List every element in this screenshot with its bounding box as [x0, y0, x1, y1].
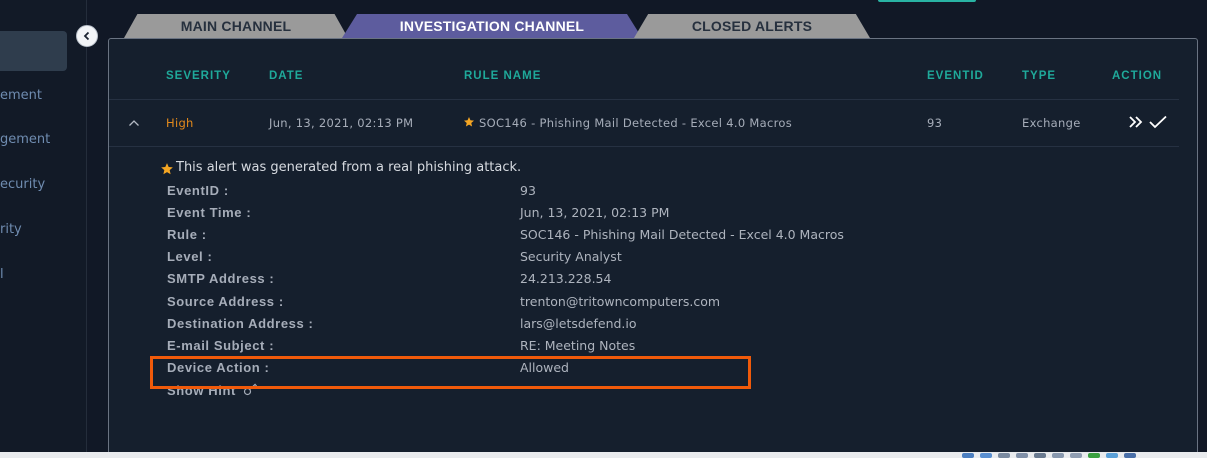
detail-label-destination-address: Destination Address : — [167, 316, 314, 331]
alert-type: Exchange — [1022, 116, 1081, 130]
detail-value-device-action: Allowed — [520, 360, 569, 375]
event-id: 93 — [927, 116, 943, 130]
rule-name[interactable]: SOC146 - Phishing Mail Detected - Excel … — [479, 116, 792, 130]
tray-screen-icon[interactable] — [1070, 453, 1082, 458]
sidebar-item-case-management[interactable]: gement — [0, 132, 86, 152]
tray-network-icon[interactable] — [962, 453, 974, 458]
header-rule-name[interactable]: RULE NAME — [464, 70, 541, 82]
tray-sound-icon[interactable] — [1124, 453, 1136, 458]
table-header: SEVERITY DATE RULE NAME EVENTID TYPE ACT… — [109, 61, 1179, 100]
hint-key-icon — [244, 383, 258, 396]
chevron-up-icon[interactable] — [128, 118, 140, 128]
sidebar-item-log-management[interactable]: l — [0, 267, 86, 287]
star-icon — [161, 163, 173, 175]
sidebar-item-endpoint-security[interactable]: rity — [0, 222, 86, 242]
tab-closed-alerts[interactable]: CLOSED ALERTS — [634, 14, 870, 38]
checkmark-icon[interactable] — [1148, 115, 1168, 129]
table-row[interactable]: High Jun, 13, 2021, 02:13 PM SOC146 - Ph… — [109, 100, 1179, 147]
header-eventid[interactable]: EVENTID — [927, 70, 984, 82]
taskbar-icons — [962, 453, 1136, 458]
detail-value-destination-address: lars@letsdefend.io — [520, 316, 637, 331]
show-hint-link[interactable]: Show Hint — [167, 383, 258, 398]
tab-main-channel[interactable]: MAIN CHANNEL — [124, 14, 348, 38]
alert-date: Jun, 13, 2021, 02:13 PM — [269, 116, 414, 130]
alerts-panel: SEVERITY DATE RULE NAME EVENTID TYPE ACT… — [108, 38, 1198, 456]
show-hint-label: Show Hint — [167, 383, 236, 398]
channel-tabs: MAIN CHANNEL INVESTIGATION CHANNEL CLOSE… — [0, 14, 1207, 40]
sidebar: ement gement ecurity rity l — [0, 0, 87, 452]
detail-label-device-action: Device Action : — [167, 360, 270, 375]
detail-label-rule: Rule : — [167, 227, 207, 242]
star-icon — [464, 117, 474, 127]
detail-value-level: Security Analyst — [520, 249, 622, 264]
severity-badge: High — [166, 116, 194, 130]
tray-folder-icon[interactable] — [998, 453, 1010, 458]
tray-globe-icon[interactable] — [980, 453, 992, 458]
detail-value-event-time: Jun, 13, 2021, 02:13 PM — [520, 205, 670, 220]
double-chevron-right-icon[interactable] — [1128, 115, 1144, 129]
detail-value-eventid: 93 — [520, 183, 536, 198]
header-severity[interactable]: SEVERITY — [166, 70, 231, 82]
header-action: ACTION — [1112, 70, 1163, 82]
header-date[interactable]: DATE — [269, 70, 303, 82]
detail-value-source-address: trenton@tritowncomputers.com — [520, 294, 721, 309]
top-button-edge[interactable] — [878, 0, 976, 2]
detail-label-smtp-address: SMTP Address : — [167, 271, 275, 286]
tray-shield-icon[interactable] — [1088, 453, 1100, 458]
detail-label-source-address: Source Address : — [167, 294, 284, 309]
tray-info-icon[interactable] — [1106, 453, 1118, 458]
detail-label-email-subject: E-mail Subject : — [167, 338, 275, 353]
sidebar-item-alert-management[interactable]: ement — [0, 88, 86, 108]
detail-value-smtp-address: 24.213.228.54 — [520, 271, 612, 286]
sidebar-item-email-security[interactable]: ecurity — [0, 177, 86, 197]
phishing-note: This alert was generated from a real phi… — [176, 160, 522, 175]
detail-value-email-subject: RE: Meeting Notes — [520, 338, 636, 353]
tray-window-icon[interactable] — [1034, 453, 1046, 458]
detail-label-event-time: Event Time : — [167, 205, 252, 220]
tray-monitor-icon[interactable] — [1052, 453, 1064, 458]
detail-value-rule: SOC146 - Phishing Mail Detected - Excel … — [520, 227, 844, 242]
detail-label-eventid: EventID : — [167, 183, 229, 198]
tab-investigation-channel[interactable]: INVESTIGATION CHANNEL — [342, 14, 642, 38]
detail-label-level: Level : — [167, 249, 213, 264]
header-type[interactable]: TYPE — [1022, 70, 1056, 82]
tray-display-icon[interactable] — [1016, 453, 1028, 458]
chevron-left-icon — [83, 31, 90, 41]
sidebar-collapse-button[interactable] — [76, 25, 98, 47]
